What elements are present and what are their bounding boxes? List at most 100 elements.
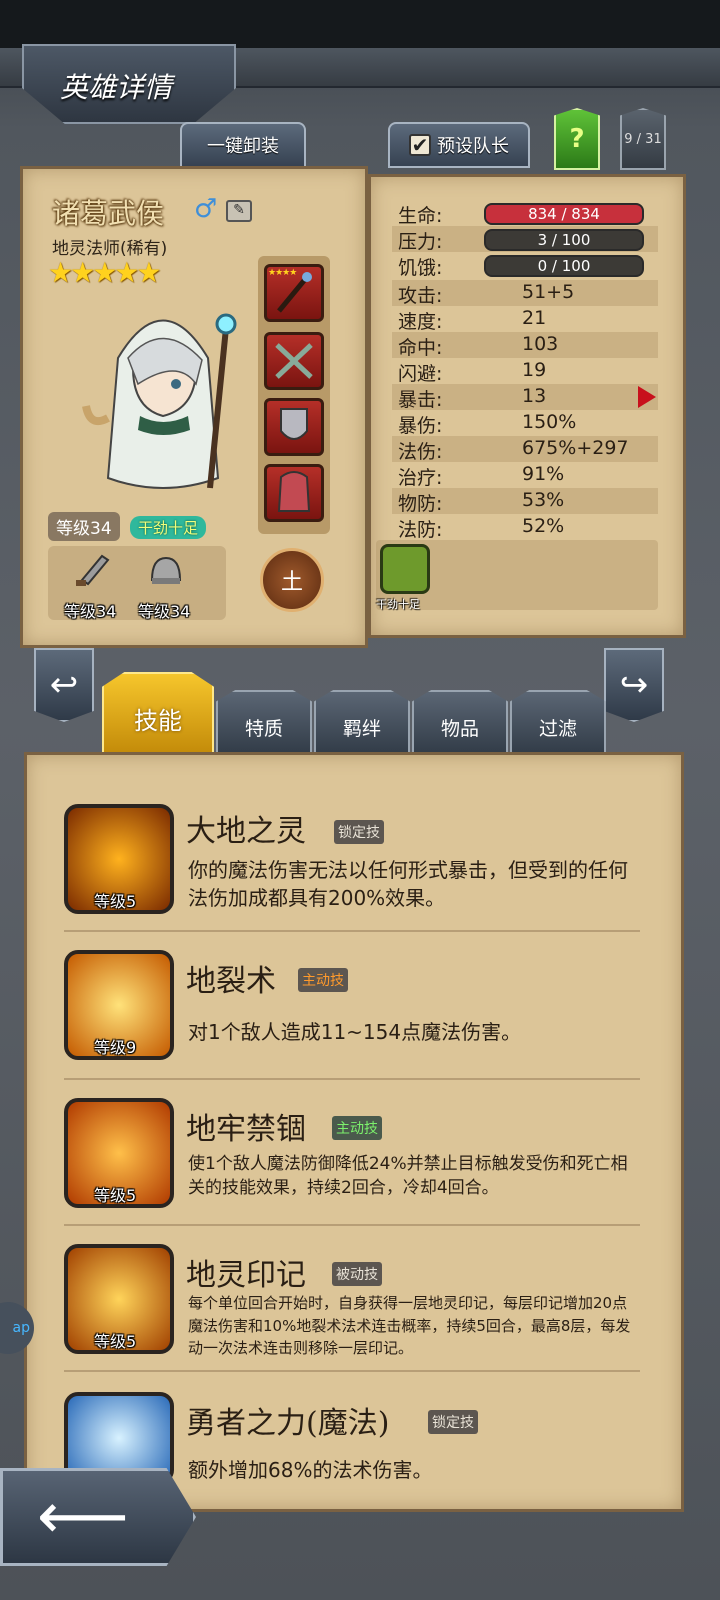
edit-name-icon[interactable]: ✎	[226, 200, 252, 222]
helmet-icon[interactable]	[146, 552, 186, 592]
stat-label: 治疗:	[398, 467, 443, 489]
hunger-row: 饥饿: 0 / 100	[392, 252, 658, 279]
stat-label: 攻击:	[398, 285, 443, 307]
skill-name: 地裂术	[186, 964, 276, 999]
stress-row: 压力: 3 / 100	[392, 226, 658, 253]
stress-label: 压力:	[398, 231, 443, 253]
skill-type: 主动技	[332, 1116, 382, 1140]
preset-captain-label: 预设队长	[437, 136, 509, 157]
tab-skills[interactable]: 技能	[102, 672, 214, 754]
stat-label: 暴伤:	[398, 415, 443, 437]
stat-value: 103	[522, 333, 559, 355]
shield-equipment-slot[interactable]	[264, 398, 324, 456]
stat-value: 51+5	[522, 281, 575, 303]
shield-icon	[280, 408, 308, 440]
next-hero-button[interactable]: ↪	[604, 648, 664, 722]
earth-element-badge[interactable]: 土	[260, 548, 324, 612]
stat-value: 675%+297	[522, 437, 629, 459]
captain-checkbox[interactable]: ✔	[409, 134, 431, 156]
hero-portrait[interactable]	[78, 288, 248, 498]
stat-value: 52%	[522, 515, 565, 537]
skill-description: 使1个敌人魔法防御降低24%并禁止目标触发受伤和死亡相关的技能效果，持续2回合，…	[188, 1154, 628, 1199]
cloak-equipment-slot[interactable]	[264, 464, 324, 522]
stat-value: 13	[522, 385, 547, 407]
sword-icon[interactable]	[72, 552, 112, 592]
crossed-blades-icon	[275, 343, 313, 379]
skill-description: 你的魔法伤害无法以任何形式暴击，但受到的任何法伤加成都具有200%效果。	[188, 858, 628, 911]
preset-captain-toggle[interactable]: ✔ 预设队长	[388, 122, 530, 168]
stat-row: 物防: 53%	[392, 488, 658, 515]
stat-row: 暴伤: 150%	[392, 410, 658, 437]
divider	[64, 930, 640, 932]
stat-label: 法伤:	[398, 441, 443, 463]
stat-value: 21	[522, 307, 547, 329]
stat-label: 法防:	[398, 519, 443, 541]
morale-status: 干劲十足	[130, 516, 207, 539]
stat-value: 91%	[522, 463, 565, 485]
skill-type: 锁定技	[428, 1410, 478, 1434]
tab-traits[interactable]: 特质	[216, 690, 312, 754]
expand-stats-arrow-icon[interactable]	[638, 386, 656, 408]
stat-value: 53%	[522, 489, 565, 511]
armor-level: 等级34	[138, 602, 191, 621]
stat-row: 命中: 103	[392, 332, 658, 359]
stat-label: 暴击:	[398, 389, 443, 411]
stat-label: 闪避:	[398, 363, 443, 385]
cloak-icon	[277, 471, 311, 512]
skill-type: 锁定技	[334, 820, 384, 844]
page-title: 英雄详情	[60, 71, 173, 104]
skill-level: 等级5	[94, 892, 137, 911]
divider	[64, 1078, 640, 1080]
stat-label: 速度:	[398, 311, 443, 333]
motivated-trait-icon[interactable]	[380, 544, 430, 594]
stat-value: 150%	[522, 411, 577, 433]
stress-bar: 3 / 100	[484, 229, 644, 251]
tab-items[interactable]: 物品	[412, 690, 508, 754]
hero-count-badge: 9 / 31	[620, 108, 666, 170]
stat-row: 闪避: 19	[392, 358, 658, 385]
weapon-level: 等级34	[64, 602, 117, 621]
help-button[interactable]: ?	[554, 108, 600, 170]
back-button[interactable]: ⟵	[0, 1468, 196, 1566]
stat-row: 攻击: 51+5	[392, 280, 658, 307]
hunger-bar: 0 / 100	[484, 255, 644, 277]
hero-level: 等级34	[48, 512, 120, 541]
skill-name: 地牢禁锢	[186, 1112, 306, 1147]
blades-equipment-slot[interactable]	[264, 332, 324, 390]
skill-description: 额外增加68%的法术伤害。	[188, 1458, 433, 1482]
unequip-all-button[interactable]: 一键卸装	[180, 122, 306, 168]
previous-hero-button[interactable]: ↩	[34, 648, 94, 722]
stat-row: 治疗: 91%	[392, 462, 658, 489]
skill-level: 等级5	[94, 1186, 137, 1205]
stat-row: 速度: 21	[392, 306, 658, 333]
skill-type: 主动技	[298, 968, 348, 992]
tab-bonds[interactable]: 羁绊	[314, 690, 410, 754]
hp-row: 生命: 834 / 834	[392, 200, 658, 227]
stat-label: 物防:	[398, 493, 443, 515]
hp-bar: 834 / 834	[484, 203, 644, 225]
stat-row: 暴击: 13	[392, 384, 658, 411]
hp-label: 生命:	[398, 205, 443, 227]
skill-description: 对1个敌人造成11~154点魔法伤害。	[188, 1020, 522, 1044]
stat-row: 法防: 52%	[392, 514, 658, 541]
trait-label: 干劲十足	[376, 598, 420, 611]
tab-filter[interactable]: 过滤	[510, 690, 606, 754]
status-bar	[0, 0, 720, 48]
divider	[64, 1370, 640, 1372]
skill-level: 等级9	[94, 1038, 137, 1057]
skill-level: 等级5	[94, 1332, 137, 1351]
rarity-stars: ★★★★★	[48, 256, 162, 289]
equipment-stars: ★★★★	[268, 268, 297, 278]
skill-name: 勇者之力(魔法)	[186, 1406, 390, 1441]
divider	[64, 1224, 640, 1226]
hero-name: 诸葛武侯	[52, 197, 165, 230]
stat-value: 19	[522, 359, 547, 381]
male-gender-icon: ♂	[194, 194, 218, 224]
skill-name: 大地之灵	[186, 814, 306, 849]
skill-description: 每个单位回合开始时，自身获得一层地灵印记，每层印记增加20点魔法伤害和10%地裂…	[188, 1294, 631, 1357]
skill-name: 地灵印记	[186, 1258, 306, 1293]
stat-row: 法伤: 675%+297	[392, 436, 658, 463]
stat-label: 命中:	[398, 337, 443, 359]
skill-type: 被动技	[332, 1262, 382, 1286]
hunger-label: 饥饿:	[398, 257, 443, 279]
